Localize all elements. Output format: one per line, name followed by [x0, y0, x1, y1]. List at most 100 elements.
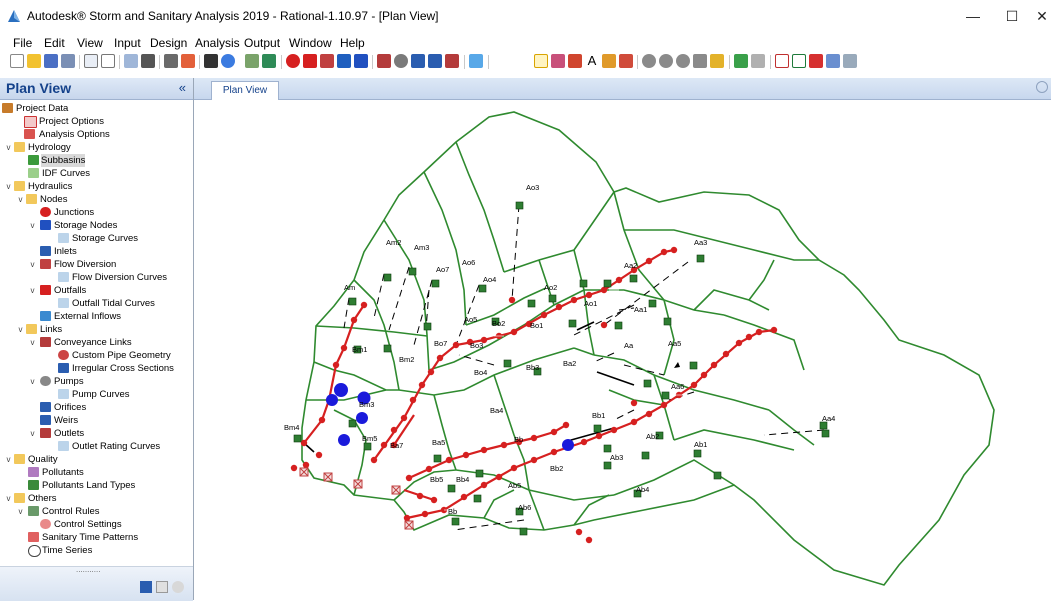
zoom-window-icon[interactable] — [676, 54, 690, 68]
label-ab1: Ab1 — [694, 440, 707, 449]
polygon-tool-icon[interactable] — [568, 54, 582, 68]
close-button[interactable]: ✕ — [1022, 4, 1051, 28]
options-icon — [24, 116, 37, 128]
label-bm2: Bm2 — [399, 355, 414, 364]
profile-view-icon[interactable] — [156, 581, 168, 593]
vertex-tool-icon[interactable] — [551, 54, 565, 68]
profile-icon[interactable] — [843, 54, 857, 68]
plan-view-canvas[interactable]: Ao3 Am2 Am3 Ao7 Ao6 Ao4 Ao2 Ao1 Aa3 Aa2 … — [194, 100, 1051, 600]
select-tool-icon[interactable] — [534, 54, 548, 68]
pump-tool-icon[interactable] — [394, 54, 408, 68]
subbasin-tool-icon[interactable] — [469, 54, 483, 68]
menu-help[interactable]: Help — [340, 36, 365, 50]
menu-output[interactable]: Output — [244, 36, 280, 50]
menu-view[interactable]: View — [77, 36, 103, 50]
menu-window[interactable]: Window — [289, 36, 332, 50]
chevron-down-icon[interactable]: v — [4, 492, 13, 505]
label-bm4: Bm4 — [284, 423, 299, 432]
label-bb1: Bb1 — [592, 411, 605, 420]
menu-analysis[interactable]: Analysis — [195, 36, 240, 50]
chevron-down-icon[interactable]: v — [4, 180, 13, 193]
chevron-down-icon[interactable]: v — [28, 427, 37, 440]
inlet-icon — [40, 246, 51, 256]
pencil-tool-icon[interactable] — [602, 54, 616, 68]
label-bo2: Bo2 — [492, 319, 505, 328]
tab-plan-view[interactable]: Plan View — [211, 81, 279, 100]
table-icon[interactable] — [245, 54, 259, 68]
pdf-icon[interactable] — [809, 54, 823, 68]
outlet-tool-icon[interactable] — [445, 54, 459, 68]
chevron-down-icon[interactable]: v — [28, 258, 37, 271]
toolbar: A — [0, 52, 1051, 73]
diversion-tool-icon[interactable] — [320, 54, 334, 68]
diversion-icon — [40, 259, 51, 269]
measure-tool-icon[interactable] — [619, 54, 633, 68]
tab-menu-icon[interactable] — [1036, 81, 1048, 93]
menu-design[interactable]: Design — [150, 36, 187, 50]
curve-icon — [58, 233, 69, 243]
run-analysis-icon[interactable] — [204, 54, 218, 68]
weir-tool-icon[interactable] — [428, 54, 442, 68]
collapse-panel-button[interactable]: « — [179, 80, 186, 95]
layout-icon[interactable] — [101, 54, 115, 68]
menu-edit[interactable]: Edit — [44, 36, 65, 50]
image-export-icon[interactable] — [826, 54, 840, 68]
orifice-tool-icon[interactable] — [411, 54, 425, 68]
label-aa3: Aa3 — [694, 238, 707, 247]
chevron-down-icon[interactable]: v — [16, 323, 25, 336]
chevron-down-icon[interactable]: v — [28, 336, 37, 349]
chevron-down-icon[interactable]: v — [28, 284, 37, 297]
print-icon[interactable] — [61, 54, 75, 68]
new-file-icon[interactable] — [10, 54, 24, 68]
pipe-icon — [40, 337, 51, 347]
curve-icon — [58, 298, 69, 308]
report-icon[interactable] — [262, 54, 276, 68]
analysis-icon — [24, 129, 35, 139]
pipe-tool-icon[interactable] — [377, 54, 391, 68]
export-icon[interactable] — [775, 54, 789, 68]
outfall-tool-icon[interactable] — [303, 54, 317, 68]
delete-icon[interactable] — [141, 54, 155, 68]
zoom-out-icon[interactable] — [659, 54, 673, 68]
menu-input[interactable]: Input — [114, 36, 141, 50]
label-bb: Bb — [514, 435, 523, 444]
minimize-button[interactable]: — — [953, 4, 993, 28]
resize-handle[interactable]: ........... — [76, 565, 100, 574]
junction-tool-icon[interactable] — [286, 54, 300, 68]
chevron-down-icon[interactable]: v — [4, 453, 13, 466]
copy-icon[interactable] — [124, 54, 138, 68]
step-icon[interactable] — [751, 54, 765, 68]
find-icon[interactable] — [164, 54, 178, 68]
chevron-down-icon[interactable]: v — [28, 375, 37, 388]
label-am3: Am3 — [414, 243, 429, 252]
label-ab3: Ab3 — [610, 453, 623, 462]
pan-icon[interactable] — [693, 54, 707, 68]
chevron-down-icon[interactable]: v — [28, 219, 37, 232]
label-bm1: Bm1 — [352, 345, 367, 354]
pump-icon — [40, 376, 51, 386]
inflow-icon — [40, 311, 51, 321]
text-tool-icon[interactable]: A — [585, 54, 599, 68]
network-map[interactable]: Ao3 Am2 Am3 Ao7 Ao6 Ao4 Ao2 Ao1 Aa3 Aa2 … — [194, 100, 1051, 600]
print-preview-icon[interactable] — [84, 54, 98, 68]
label-am2: Am2 — [386, 238, 401, 247]
excel-icon[interactable] — [792, 54, 806, 68]
lock-icon[interactable] — [710, 54, 724, 68]
play-icon[interactable] — [734, 54, 748, 68]
inlet-tool-icon[interactable] — [337, 54, 351, 68]
zoom-in-icon[interactable] — [642, 54, 656, 68]
orifice-icon — [40, 402, 51, 412]
open-folder-icon[interactable] — [27, 54, 41, 68]
chevron-down-icon[interactable]: v — [4, 141, 13, 154]
validate-icon[interactable] — [181, 54, 195, 68]
label-aa6: Aa6 — [671, 382, 684, 391]
menu-file[interactable]: File — [13, 36, 32, 50]
chevron-down-icon[interactable]: v — [16, 193, 25, 206]
storage-tool-icon[interactable] — [354, 54, 368, 68]
save-icon[interactable] — [44, 54, 58, 68]
settings-view-icon[interactable] — [172, 581, 184, 593]
menu-bar: File Edit View Input Design Analysis Out… — [0, 33, 1051, 52]
chevron-down-icon[interactable]: v — [16, 505, 25, 518]
help-icon[interactable] — [221, 54, 235, 68]
plan-view-icon[interactable] — [140, 581, 152, 593]
